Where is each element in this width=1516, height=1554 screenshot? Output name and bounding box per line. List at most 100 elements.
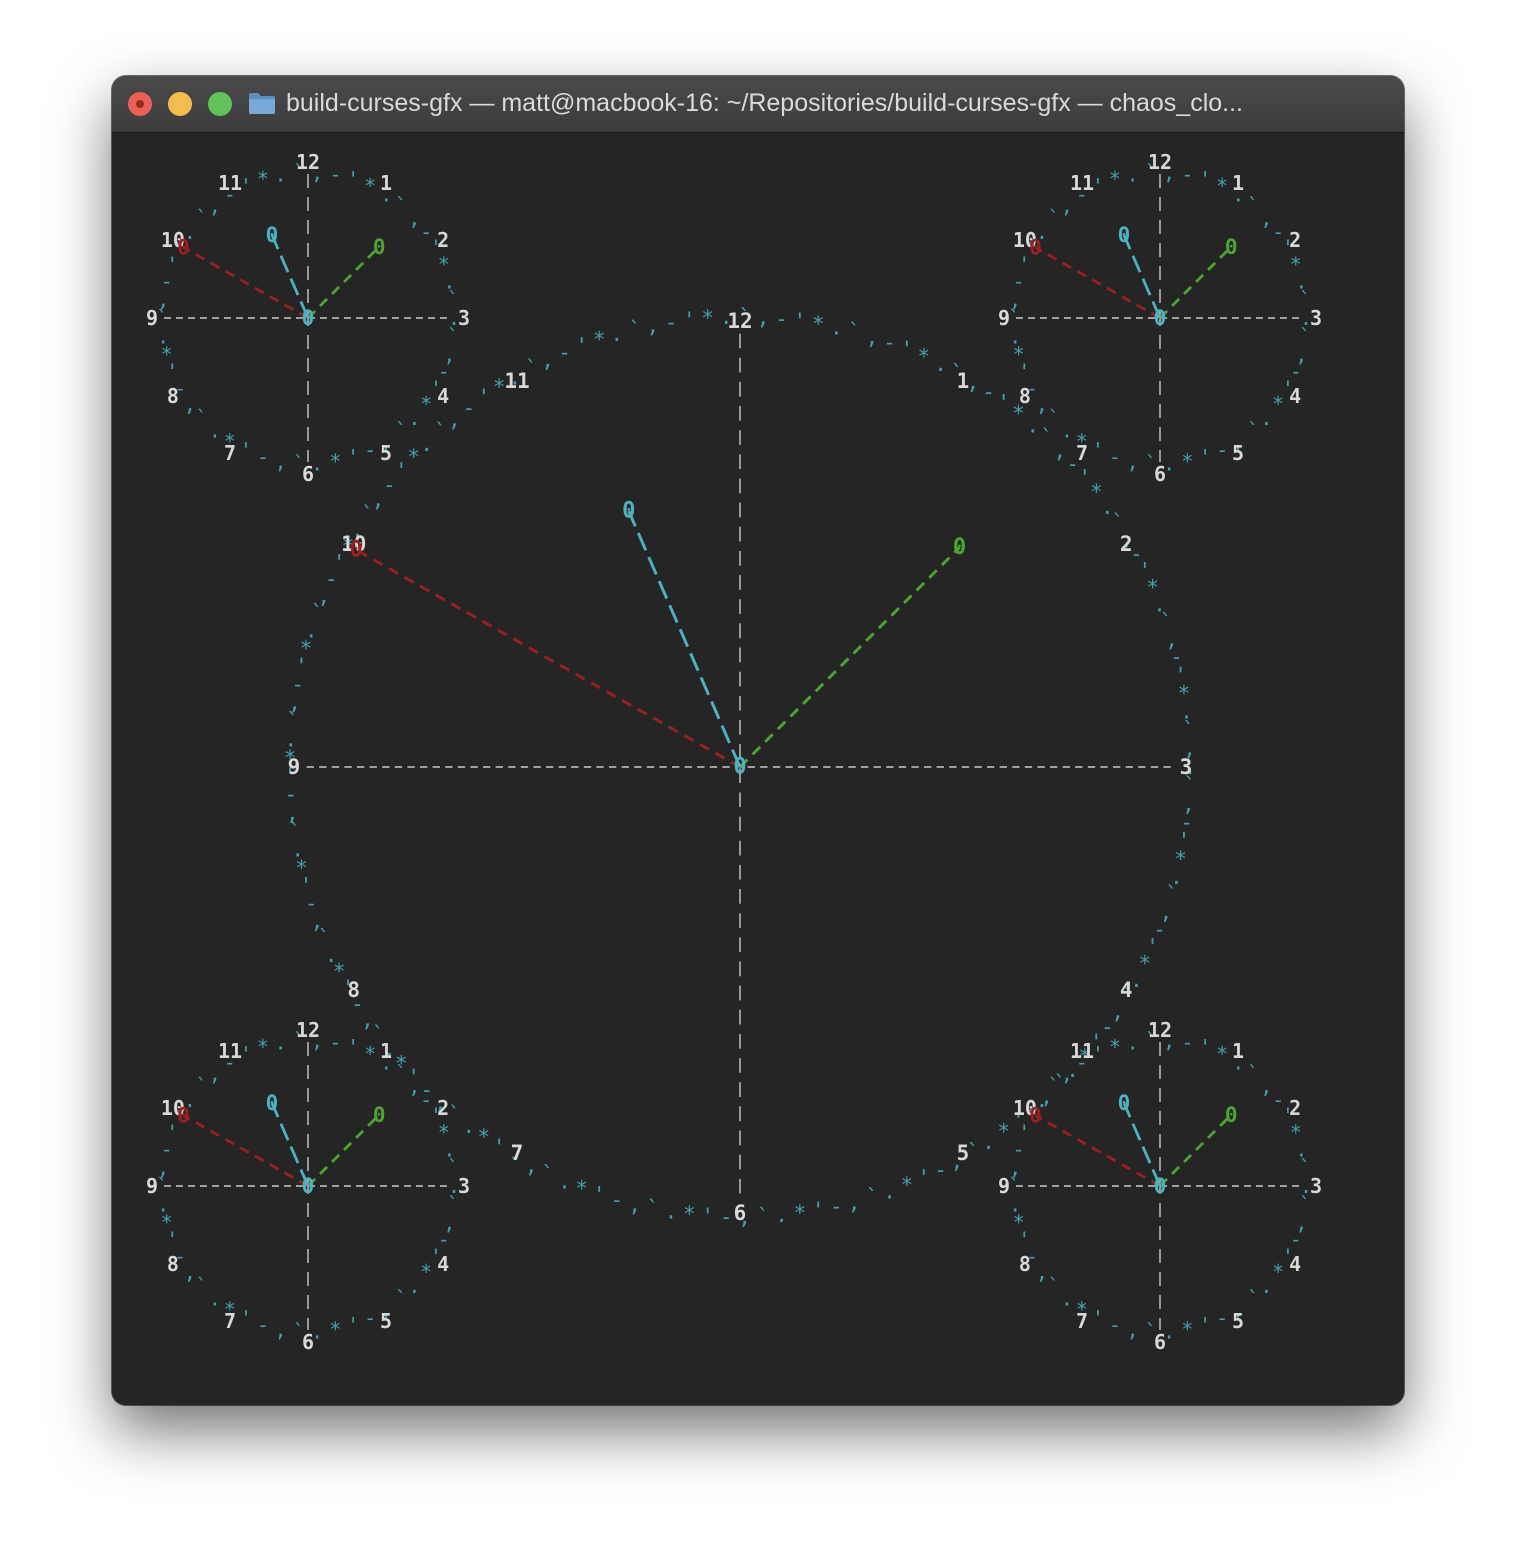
top-right-clock-rim-dot: ' (1092, 438, 1104, 462)
main-clock-minute-hand (627, 510, 742, 768)
top-left-clock-center: 0 (302, 306, 315, 330)
top-right-clock-rim-dot: ` (1048, 406, 1060, 430)
main-clock-rim-dot: - (462, 396, 475, 420)
main-clock-hour-hand-tip: 0 (350, 537, 363, 562)
bottom-left-clock-rim-dot: ` (395, 1062, 407, 1086)
main-clock-rim-dot: - (982, 380, 995, 404)
main-clock-rim-dot: ` (434, 419, 447, 443)
main-clock-rim-dot: . (611, 322, 624, 346)
main-clock-rim-dot: , (525, 1154, 538, 1178)
top-right-clock-rim-dot: ` (1247, 418, 1259, 442)
top-right-clock-numeral-6: 6 (1154, 462, 1166, 486)
main-clock-rim-dot: . (462, 1114, 475, 1138)
main-clock-rim-dot: ` (541, 1162, 554, 1186)
top-left-clock-rim-dot: ' (347, 445, 359, 469)
main-clock-rim-dot: , (757, 306, 770, 330)
bottom-left-clock-rim-dot: , (408, 1074, 420, 1098)
top-right-clock-hour-hand-tip: 0 (1029, 236, 1042, 260)
bottom-right-clock-numeral-9: 9 (998, 1174, 1010, 1198)
bottom-right-clock-rim-dot: * (1109, 1035, 1121, 1059)
top-right-clock-center: 0 (1154, 306, 1167, 330)
main-clock-rim-dot: ' (794, 309, 807, 333)
bottom-left-clock-rim-dot: ` (196, 1274, 208, 1298)
top-right-clock-rim-dot: . (1260, 406, 1272, 430)
top-left-clock-rim-dot: , (275, 449, 287, 473)
top-left-clock-second-hand-tip: 0 (373, 235, 386, 259)
bottom-right-clock-rim-dot: * (1216, 1042, 1228, 1066)
top-left-clock-rim-dot: - (329, 163, 341, 187)
bottom-right-clock-numeral-7: 7 (1076, 1309, 1088, 1333)
bottom-left-clock-numeral-11: 11 (218, 1039, 242, 1063)
main-clock-rim-dot: - (720, 1205, 733, 1229)
bottom-right-clock-numeral-2: 2 (1289, 1096, 1301, 1120)
top-left-clock-rim-dot: , (209, 194, 221, 218)
minimize-button[interactable] (168, 92, 192, 116)
bottom-left-clock-rim-dot: ` (395, 1286, 407, 1310)
top-left-clock-numeral-8: 8 (167, 384, 179, 408)
top-right-clock-rim-dot: - (1216, 438, 1228, 462)
terminal-window: build-curses-gfx — matt@macbook-16: ~/Re… (112, 76, 1404, 1405)
main-clock-rim-dot: * (997, 1120, 1010, 1144)
main-clock-rim-dot: . (883, 1179, 896, 1203)
main-clock-rim-dot: * (812, 312, 825, 336)
top-left-clock-numeral-4: 4 (437, 384, 449, 408)
main-clock-rim-dot: ' (918, 1166, 931, 1190)
window-title: build-curses-gfx — matt@macbook-16: ~/Re… (286, 89, 1244, 117)
bottom-right-clock-numeral-11: 11 (1070, 1039, 1094, 1063)
main-clock-minute-hand-tip: 0 (622, 499, 635, 524)
main-clock-rim-dot: . (775, 1203, 788, 1227)
bottom-right-clock-center: 0 (1154, 1174, 1167, 1198)
main-clock-rim-dot: , (646, 314, 659, 338)
main-clock-rim-dot: ' (997, 390, 1010, 414)
top-right-clock-numeral-8: 8 (1019, 384, 1031, 408)
bottom-right-clock-rim-dot: ' (1199, 1035, 1211, 1059)
bottom-right-clock-numeral-4: 4 (1289, 1252, 1301, 1276)
terminal-content[interactable]: . `, - ' *. `, - ' *. `, - ' *. `, - ' *. `, - ' *. `, - ' *. `, -… (112, 133, 1404, 1405)
top-right-clock-rim-dot: , (1061, 194, 1073, 218)
top-right-clock-numeral-9: 9 (998, 306, 1010, 330)
main-clock-rim-dot: . (558, 1169, 571, 1193)
main-clock-rim-dot: ' (701, 1204, 714, 1228)
bottom-left-clock-numeral-12: 12 (296, 1018, 320, 1042)
main-clock-rim-dot: * (901, 1173, 914, 1197)
bottom-right-clock-rim-dot: , (1127, 1317, 1139, 1341)
title-bar[interactable]: build-curses-gfx — matt@macbook-16: ~/Re… (112, 76, 1404, 133)
main-clock-numeral-3: 3 (1180, 755, 1193, 779)
main-clock-rim-dot: ` (757, 1204, 770, 1228)
bottom-right-clock-rim-dot: ' (1199, 1313, 1211, 1337)
bottom-right-clock-rim-dot: - (1181, 1031, 1193, 1055)
bottom-right-clock-rim-dot: * (1181, 1317, 1193, 1341)
bottom-right-clock-hour-hand (1034, 1114, 1161, 1188)
clock-canvas: .`,-'*.`,-'*.`,-'*.`,-'*.`,-'*.`,-'*.`,-… (146, 150, 1322, 1354)
bottom-left-clock-rim-dot: - (329, 1031, 341, 1055)
bottom-left-clock-numeral-1: 1 (380, 1039, 392, 1063)
top-left-clock-rim-dot: ' (240, 438, 252, 462)
top-left-clock-numeral-2: 2 (437, 228, 449, 252)
main-clock-rim-dot: , (541, 348, 554, 372)
top-left-clock-second-hand (307, 245, 381, 319)
top-right-clock-rim-dot: ' (1199, 445, 1211, 469)
bottom-right-clock-rim-dot: ` (1048, 1074, 1060, 1098)
bottom-right-clock-numeral-12: 12 (1148, 1018, 1172, 1042)
zoom-button[interactable] (208, 92, 232, 116)
bottom-left-clock-rim-dot: * (329, 1317, 341, 1341)
bottom-left-clock-rim-dot: , (209, 1062, 221, 1086)
bottom-left-clock-numeral-8: 8 (167, 1252, 179, 1276)
main-clock-rim-dot: - (830, 1195, 843, 1219)
top-right-clock-rim-dot: * (1109, 167, 1121, 191)
main-clock-rim-dot: ' (395, 459, 408, 483)
bottom-left-clock-rim-dot: * (257, 1035, 269, 1059)
main-clock-rim-dot: - (934, 1158, 947, 1182)
bottom-right-clock-numeral-6: 6 (1154, 1330, 1166, 1354)
bottom-left-clock-numeral-7: 7 (224, 1309, 236, 1333)
top-right-clock-rim-dot: - (1181, 163, 1193, 187)
main-clock-second-hand-tip: 0 (953, 535, 966, 560)
close-button[interactable] (128, 92, 152, 116)
main-clock-rim-dot: ' (901, 337, 914, 361)
folder-icon (248, 91, 276, 115)
bottom-left-clock-numeral-6: 6 (302, 1330, 314, 1354)
main-clock-rim-dot: * (575, 1176, 588, 1200)
main-clock-rim-dot: - (611, 1188, 624, 1212)
top-left-clock-rim-dot: ` (196, 406, 208, 430)
main-clock-numeral-12: 12 (727, 309, 752, 333)
